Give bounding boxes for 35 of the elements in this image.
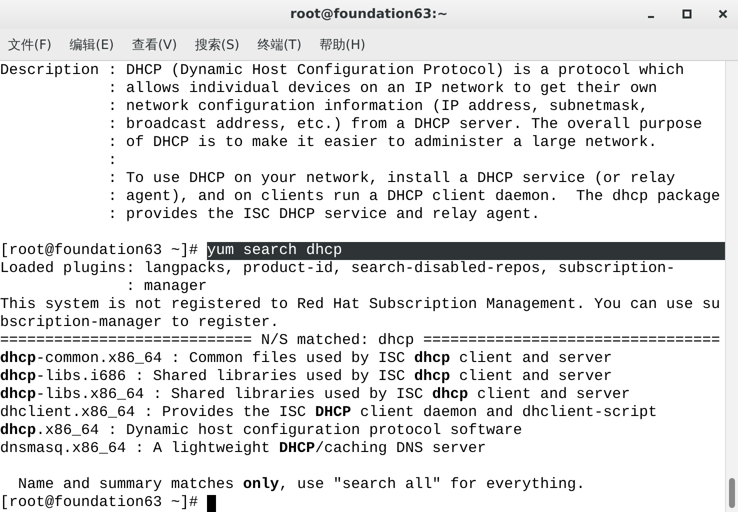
- terminal-line: : agent), and on clients run a DHCP client daemon. The dhcp package: [107, 188, 722, 206]
- menu-item[interactable]: 编辑(E): [70, 36, 114, 54]
- terminal-line: : broadcast address, etc.) from a DHCP server. The overall purpose: [107, 116, 704, 134]
- shell-prompt: [root@foundation63 ~]#: [0, 494, 198, 512]
- terminal-line: dhcp-common.x86_64 : Common files used by ISC dhcp client and server: [0, 350, 614, 368]
- terminal-line: dhclient.x86_64 : Provides the ISC DHCP client daemon and dhclient-script: [0, 404, 658, 422]
- terminal-line: : of DHCP is to make it easier to administer a large network.: [107, 134, 658, 152]
- terminal-line: : manager: [125, 278, 208, 296]
- terminal-line: Description : DHCP (Dynamic Host Configuration Protocol) is a protocol which: [0, 62, 686, 80]
- terminal-line: :: [107, 152, 118, 170]
- terminal-line: : allows individual devices on an IP network to get their own: [107, 80, 658, 98]
- terminal-line: dnsmasq.x86_64 : A lightweight DHCP/caching DNS server: [0, 440, 488, 458]
- terminal-line: : network configuration information (IP address, subnetmask,: [107, 98, 650, 116]
- menu-item[interactable]: 查看(V): [132, 36, 178, 54]
- close-icon[interactable]: [718, 9, 728, 19]
- terminal-line: bscription-manager to register.: [0, 314, 280, 332]
- selected-command-text: yum search dhcp: [207, 242, 725, 260]
- menu-item[interactable]: 终端(T): [257, 36, 302, 54]
- terminal-line: Loaded plugins: langpacks, product-id, search-disabled-repos, subscription-: [0, 260, 676, 278]
- menu-item[interactable]: 帮助(H): [320, 36, 366, 54]
- terminal-line: dhcp.x86_64 : Dynamic host configuration protocol software: [0, 422, 524, 440]
- terminal-line: ============================ N/S matched: dhcp =================================: [0, 332, 722, 350]
- menu-item[interactable]: 搜索(S): [195, 36, 240, 54]
- maximize-icon[interactable]: [682, 9, 692, 19]
- window-title: root@foundation63:~: [290, 7, 448, 22]
- terminal-line: Name and summary matches only, use "search all" for everything.: [17, 476, 586, 494]
- terminal-line: : To use DHCP on your network, install a DHCP service (or relay: [107, 170, 676, 188]
- terminal-line: dhcp-libs.x86_64 : Shared libraries used by ISC dhcp client and server: [0, 386, 632, 404]
- terminal-line: : provides the ISC DHCP service and relay agent.: [107, 206, 542, 224]
- scrollbar[interactable]: [725, 61, 738, 512]
- terminal-line: dhcp-libs.i686 : Shared libraries used by ISC dhcp client and server: [0, 368, 614, 386]
- terminal-line: This system is not registered to Red Hat Subscription Management. You can use su: [0, 296, 722, 314]
- scrollbar-thumb[interactable]: [729, 478, 735, 508]
- menu-item[interactable]: 文件(F): [8, 36, 52, 54]
- shell-prompt: [root@foundation63 ~]#: [0, 242, 198, 260]
